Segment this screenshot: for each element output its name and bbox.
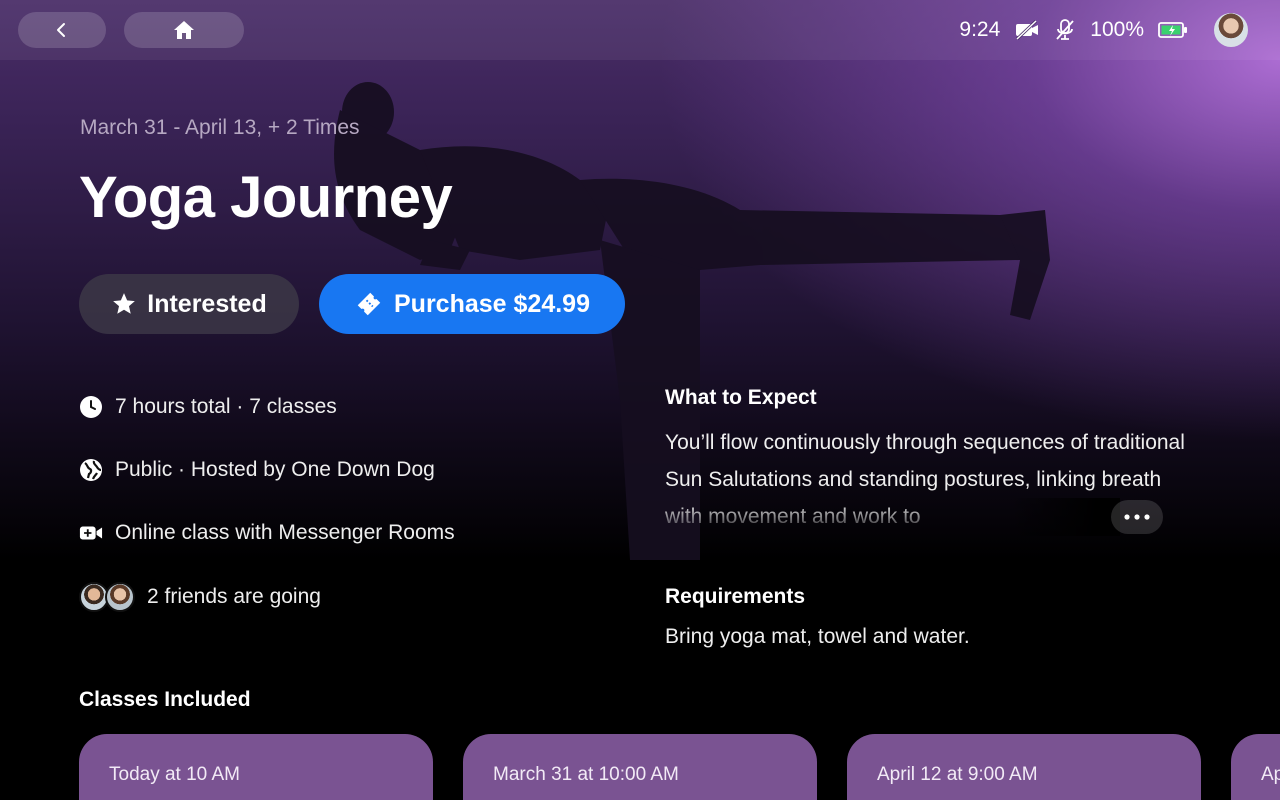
mic-off-icon: [1056, 19, 1074, 40]
status-area: 9:24 100%: [959, 12, 1248, 48]
class-card[interactable]: April 12 at 9:00 AM: [847, 734, 1201, 800]
friends-avatars: [79, 582, 135, 612]
class-card-label: Today at 10 AM: [109, 764, 240, 785]
battery-charging-icon: [1158, 22, 1187, 38]
online-row: Online class with Messenger Rooms: [79, 521, 455, 545]
purchase-button[interactable]: Purchase $24.99: [319, 274, 625, 334]
requirements-text: Bring yoga mat, towel and water.: [665, 625, 970, 648]
class-card[interactable]: Ap: [1231, 734, 1280, 800]
clock-icon: [80, 396, 102, 418]
back-button[interactable]: [18, 12, 106, 48]
ticket-icon: [357, 292, 381, 316]
video-icon: [79, 526, 103, 540]
camera-off-icon: [1016, 19, 1039, 41]
battery-percent: 100%: [1090, 18, 1144, 41]
event-date-range: March 31 - April 13, + 2 Times: [80, 116, 360, 139]
duration-text: 7 hours total · 7 classes: [115, 395, 337, 418]
host-row: Public · Hosted by One Down Dog: [79, 458, 435, 482]
friends-text: 2 friends are going: [147, 585, 321, 608]
interested-button[interactable]: Interested: [79, 274, 299, 334]
class-card[interactable]: March 31 at 10:00 AM: [463, 734, 817, 800]
class-card[interactable]: Today at 10 AM: [79, 734, 433, 800]
duration-row: 7 hours total · 7 classes: [79, 395, 337, 419]
what-to-expect-heading: What to Expect: [665, 386, 817, 409]
interested-label: Interested: [147, 289, 267, 318]
text-fade: [1010, 498, 1120, 536]
friends-row[interactable]: 2 friends are going: [79, 582, 321, 612]
online-text: Online class with Messenger Rooms: [115, 521, 455, 544]
host-text: Public · Hosted by One Down Dog: [115, 458, 435, 481]
chevron-left-icon: [57, 23, 65, 37]
class-card-label: March 31 at 10:00 AM: [493, 764, 679, 785]
see-more-button[interactable]: [1111, 500, 1163, 534]
class-card-label: April 12 at 9:00 AM: [877, 764, 1038, 785]
event-title: Yoga Journey: [79, 165, 453, 230]
classes-included-heading: Classes Included: [79, 688, 251, 711]
more-icon: [1124, 514, 1150, 520]
home-button[interactable]: [124, 12, 244, 48]
purchase-label: Purchase $24.99: [394, 289, 590, 318]
requirements-heading: Requirements: [665, 585, 806, 608]
class-card-label: Ap: [1261, 764, 1280, 785]
home-icon: [174, 21, 194, 39]
globe-icon: [80, 459, 102, 481]
clock: 9:24: [959, 18, 1001, 41]
friend-avatar: [105, 582, 135, 612]
star-icon: [113, 293, 136, 314]
profile-avatar[interactable]: [1214, 13, 1248, 47]
